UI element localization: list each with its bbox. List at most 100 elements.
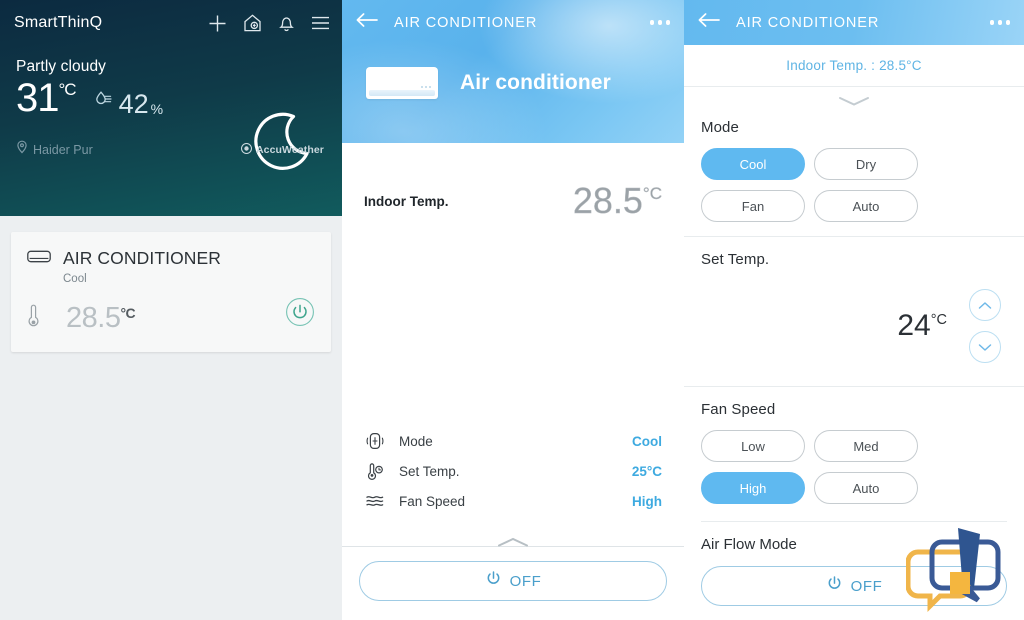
power-off-label: OFF xyxy=(509,572,542,590)
mode-option-fan[interactable]: Fan xyxy=(701,190,805,222)
power-off-label: OFF xyxy=(850,577,883,595)
power-off-button[interactable]: OFF xyxy=(359,561,667,601)
home-top-bar: SmartThinQ xyxy=(0,0,342,46)
humidity-unit: % xyxy=(150,101,164,117)
detail-bottom-bar: OFF xyxy=(342,537,684,620)
air-flow-mode-title: Air Flow Mode xyxy=(701,536,797,553)
fan-speed-options: Low Med High Auto xyxy=(701,430,1007,504)
device-settings-list: Mode Cool Set Temp. 25°C Fan Speed High xyxy=(342,426,684,516)
fan-speed-option-auto[interactable]: Auto xyxy=(814,472,918,504)
device-card-title: AIR CONDITIONER xyxy=(63,248,222,268)
weather-location: Haider Pur xyxy=(33,142,93,157)
air-conditioner-icon xyxy=(27,250,51,268)
indoor-temp-summary: Indoor Temp. : 28.5°C xyxy=(684,45,1024,87)
humidity-value: 42 xyxy=(118,89,149,119)
indoor-temp-label: Indoor Temp. xyxy=(364,193,449,209)
set-temp-section: Set Temp. 24 °C xyxy=(684,236,1024,372)
fan-speed-icon xyxy=(364,493,386,509)
settings-value-set-temp: 25°C xyxy=(631,463,662,479)
detail-title: AIR CONDITIONER xyxy=(394,14,538,31)
controls-hero: AIR CONDITIONER xyxy=(684,0,1024,45)
accuweather-label: AccuWeather xyxy=(255,144,324,156)
set-temp-control: 24 °C xyxy=(701,280,1007,372)
indoor-temp-summary-text: Indoor Temp. : 28.5°C xyxy=(786,58,922,73)
device-card-air-conditioner[interactable]: AIR CONDITIONER Cool 28.5 °C xyxy=(11,232,331,352)
mode-option-dry[interactable]: Dry xyxy=(814,148,918,180)
bell-icon[interactable] xyxy=(278,13,295,33)
location-pin-icon xyxy=(16,140,28,159)
fan-speed-option-low[interactable]: Low xyxy=(701,430,805,462)
settings-row-set-temp[interactable]: Set Temp. 25°C xyxy=(364,456,662,486)
more-dots-icon[interactable] xyxy=(649,20,670,25)
thermometer-icon xyxy=(27,303,40,334)
mode-section-title: Mode xyxy=(701,119,739,136)
indoor-temp-unit: °C xyxy=(642,184,663,203)
fan-speed-option-high[interactable]: High xyxy=(701,472,805,504)
fan-speed-section-title: Fan Speed xyxy=(701,401,776,418)
weather-temperature: 31°C xyxy=(16,76,77,120)
device-card-header: AIR CONDITIONER xyxy=(27,248,315,269)
power-off-button[interactable]: OFF xyxy=(701,566,1007,606)
chevron-up-icon[interactable] xyxy=(494,535,532,554)
weather-humidity: 42 % xyxy=(92,89,164,119)
more-dots-icon[interactable] xyxy=(989,20,1010,25)
mode-section: Mode Cool Dry Fan Auto xyxy=(684,115,1024,222)
controls-bottom-bar: OFF xyxy=(684,558,1024,620)
home-top-icons xyxy=(208,13,330,33)
air-conditioner-illustration xyxy=(366,67,438,99)
settings-row-mode[interactable]: Mode Cool xyxy=(364,426,662,456)
controls-top-bar: AIR CONDITIONER xyxy=(684,0,1024,45)
set-temp-section-title: Set Temp. xyxy=(701,251,770,268)
set-temp-value: 24 °C xyxy=(897,309,947,342)
menu-icon[interactable] xyxy=(311,16,330,30)
detail-top-bar: AIR CONDITIONER xyxy=(342,0,684,45)
device-card-temperature: 28.5 °C xyxy=(66,302,136,334)
device-card-subtitle: Cool xyxy=(63,273,87,285)
panel-home: SmartThinQ Partly cloudy 31°C 42 % Haide… xyxy=(0,0,342,620)
fan-speed-section: Fan Speed Low Med High Auto xyxy=(684,386,1024,504)
power-icon xyxy=(826,575,843,597)
home-hand-icon[interactable] xyxy=(243,13,262,33)
settings-value-mode: Cool xyxy=(632,433,662,449)
device-identity: Air conditioner xyxy=(342,45,684,99)
controls-title: AIR CONDITIONER xyxy=(736,14,880,31)
settings-label-set-temp: Set Temp. xyxy=(399,463,460,479)
device-hero: AIR CONDITIONER Air conditioner xyxy=(342,0,684,143)
panel-controls: AIR CONDITIONER Indoor Temp. : 28.5°C Mo… xyxy=(684,0,1024,620)
settings-value-fan-speed: High xyxy=(632,493,662,509)
arrow-left-icon[interactable] xyxy=(698,12,720,33)
weather-hero: SmartThinQ Partly cloudy 31°C 42 % Haide… xyxy=(0,0,342,216)
power-icon xyxy=(485,570,502,592)
mode-option-auto[interactable]: Auto xyxy=(814,190,918,222)
mode-options: Cool Dry Fan Auto xyxy=(701,148,1007,222)
weather-temp-unit: °C xyxy=(58,80,77,99)
settings-row-fan-speed[interactable]: Fan Speed High xyxy=(364,486,662,516)
panel-device-detail: AIR CONDITIONER Air conditioner Indoor T… xyxy=(342,0,684,620)
fan-speed-option-med[interactable]: Med xyxy=(814,430,918,462)
settings-label-mode: Mode xyxy=(399,433,433,449)
indoor-temp-value: 28.5 °C xyxy=(572,180,663,221)
device-name: Air conditioner xyxy=(460,71,611,94)
device-card-readout: 28.5 °C xyxy=(27,303,315,334)
arrow-left-icon[interactable] xyxy=(356,12,378,33)
weather-block[interactable]: Partly cloudy 31°C 42 % Haider Pur AccuW… xyxy=(0,46,342,170)
set-temp-unit: °C xyxy=(930,312,947,328)
set-temp-steppers xyxy=(969,289,1001,363)
mode-option-cool[interactable]: Cool xyxy=(701,148,805,180)
weather-condition: Partly cloudy xyxy=(16,58,107,75)
accuweather-attribution: AccuWeather xyxy=(240,141,324,159)
app-brand: SmartThinQ xyxy=(14,14,103,31)
screenshot-root: SmartThinQ Partly cloudy 31°C 42 % Haide… xyxy=(0,0,1024,620)
device-power-button[interactable] xyxy=(285,297,315,332)
thermometer-icon xyxy=(364,462,386,480)
humidity-icon xyxy=(92,89,114,116)
plus-icon[interactable] xyxy=(208,14,227,33)
settings-label-fan-speed: Fan Speed xyxy=(399,493,466,509)
accuweather-logo-icon xyxy=(240,141,253,159)
air-flow-mode-section[interactable]: Air Flow Mode xyxy=(701,521,1007,554)
chevron-down-icon[interactable] xyxy=(684,87,1024,115)
set-temp-decrease-button[interactable] xyxy=(969,331,1001,363)
mode-icon xyxy=(364,432,386,450)
set-temp-increase-button[interactable] xyxy=(969,289,1001,321)
device-card-temp-unit: °C xyxy=(120,305,136,321)
